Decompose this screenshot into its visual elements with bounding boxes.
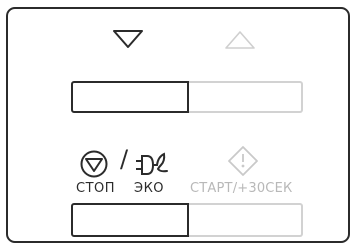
eco-label: ЭКО	[134, 181, 165, 196]
triangle-up-icon	[225, 31, 255, 49]
top-right-button[interactable]	[189, 81, 303, 113]
arrow-up-button[interactable]	[224, 30, 256, 50]
stop-icon	[79, 149, 109, 179]
control-panel: / СТОП ЭКО СТАРТ/+30СЕК	[6, 7, 350, 243]
start-button[interactable]	[189, 203, 303, 237]
start-label: СТАРТ/+30СЕК	[190, 181, 293, 196]
start-diamond-icon	[227, 145, 259, 177]
icon-separator: /	[120, 145, 129, 173]
stop-eco-button[interactable]	[71, 203, 189, 237]
top-left-button[interactable]	[71, 81, 189, 113]
arrow-down-button[interactable]	[112, 29, 144, 49]
eco-plug-icon	[134, 150, 170, 178]
stop-label: СТОП	[76, 181, 116, 196]
triangle-down-icon	[113, 30, 143, 48]
